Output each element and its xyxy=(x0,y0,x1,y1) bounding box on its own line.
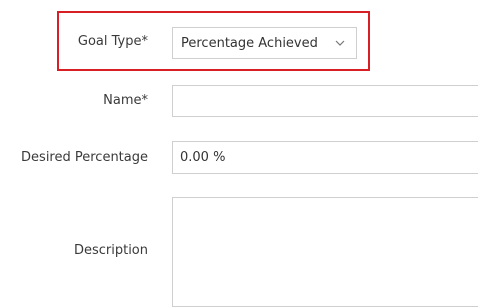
name-input[interactable] xyxy=(172,85,478,117)
description-label: Description xyxy=(73,243,148,258)
description-textarea[interactable] xyxy=(172,197,478,307)
chevron-down-icon xyxy=(334,37,346,49)
desired-percentage-value: 0.00 % xyxy=(180,150,226,165)
desired-percentage-input[interactable]: 0.00 % xyxy=(172,141,478,174)
goal-type-label: Goal Type* xyxy=(77,34,148,49)
goal-type-select[interactable]: Percentage Achieved xyxy=(172,27,357,59)
goal-type-selected-value: Percentage Achieved xyxy=(181,35,318,51)
desired-percentage-label: Desired Percentage xyxy=(21,150,148,165)
name-label: Name* xyxy=(103,93,148,108)
